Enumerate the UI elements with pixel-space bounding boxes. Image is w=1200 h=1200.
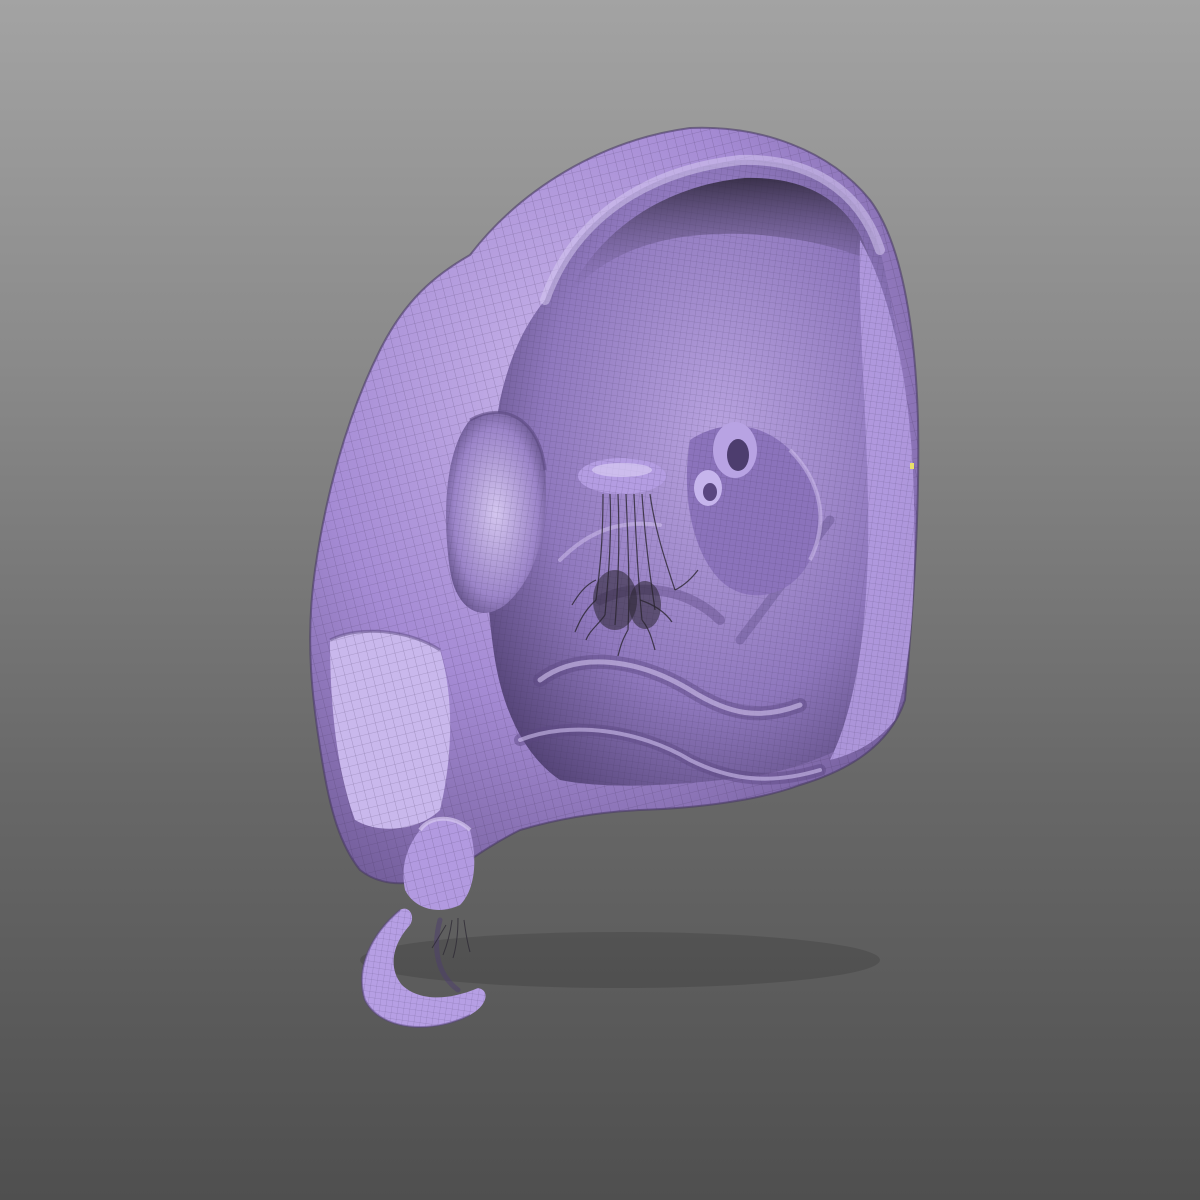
sculpt-model-render[interactable] xyxy=(0,0,1200,1200)
selection-marker-icon xyxy=(910,463,914,469)
3d-viewport[interactable] xyxy=(0,0,1200,1200)
